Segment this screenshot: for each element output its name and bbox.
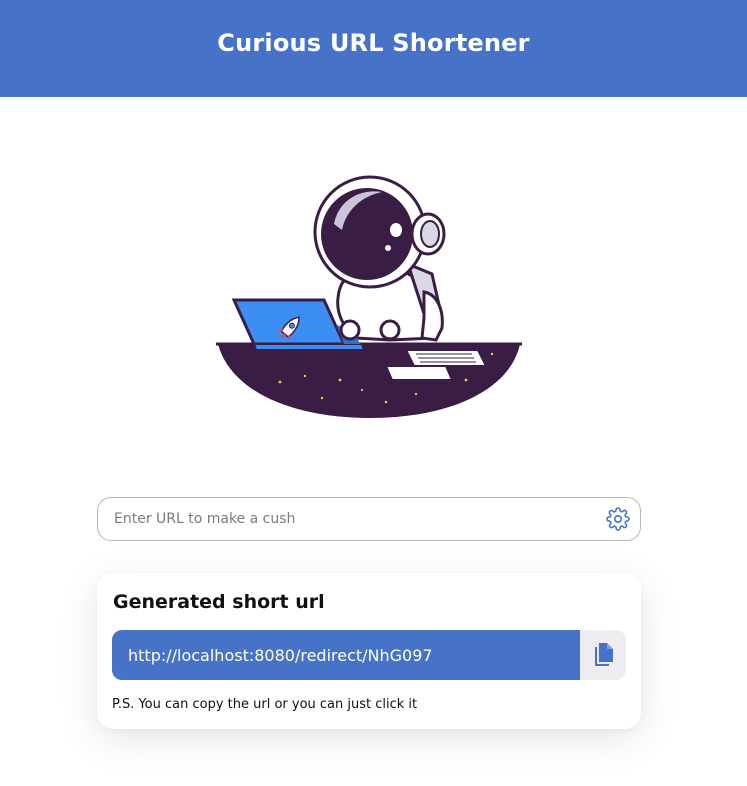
- copy-icon: [595, 643, 613, 666]
- copy-hint-text: P.S. You can copy the url or you can jus…: [112, 697, 418, 712]
- short-url-row: http://localhost:8080/redirect/NhG097: [112, 630, 626, 680]
- copy-button[interactable]: [580, 630, 626, 680]
- gear-icon[interactable]: [605, 506, 631, 532]
- short-url-link[interactable]: http://localhost:8080/redirect/NhG097: [112, 630, 580, 680]
- app-header: Curious URL Shortener: [0, 0, 747, 97]
- url-input[interactable]: [98, 498, 605, 540]
- app-title: Curious URL Shortener: [217, 28, 530, 57]
- astronaut-illustration: [210, 168, 530, 424]
- result-title: Generated short url: [113, 591, 325, 613]
- url-input-box: [97, 497, 641, 541]
- result-card: Generated short url http://localhost:808…: [97, 573, 641, 729]
